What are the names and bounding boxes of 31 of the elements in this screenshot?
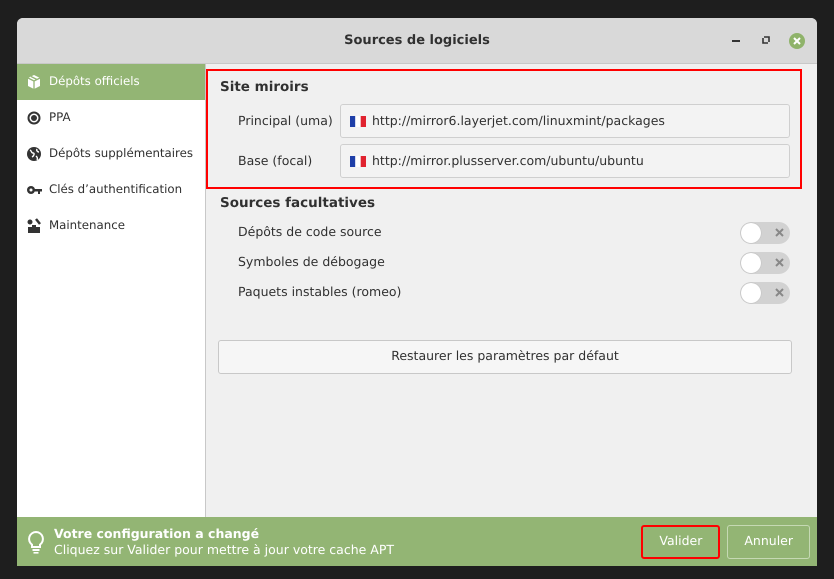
x-icon [775, 288, 784, 296]
x-icon [775, 258, 784, 266]
close-button[interactable] [789, 33, 805, 49]
section-heading: Site miroirs [220, 78, 310, 97]
info-message: Cliquez sur Valider pour mettre à jour votre cache APT [54, 542, 396, 558]
target-icon [26, 110, 42, 126]
lightbulb-icon [26, 530, 46, 554]
toggle-switch[interactable] [740, 252, 790, 274]
flag-icon [350, 116, 366, 127]
sidebar-item[interactable]: PPA [17, 100, 205, 136]
x-icon [775, 228, 784, 236]
sidebar-item[interactable]: Maintenance [17, 208, 205, 244]
option-label: Paquets instables (romeo) [238, 283, 402, 302]
option-label: Symboles de débogage [238, 253, 386, 272]
toggle-switch[interactable] [740, 282, 790, 304]
field-label: Principal (uma) [237, 112, 334, 130]
option-label: Dépôts de code source [238, 223, 383, 242]
sidebar-item[interactable]: Dépôts supplémentaires [17, 136, 205, 172]
tools-icon [26, 218, 42, 234]
info-title: Votre configuration a changé [54, 526, 260, 542]
section-heading: Sources facultatives [220, 194, 376, 214]
mirror-field[interactable]: http://mirror6.layerjet.com/linuxmint/packages [340, 104, 790, 138]
window-title: Sources de logiciels [344, 32, 490, 50]
restore-defaults-button[interactable]: Restaurer les paramètres par défaut [218, 340, 792, 374]
sidebar-item[interactable]: Clés d’authentification [17, 172, 205, 208]
package-icon [26, 74, 42, 90]
toggle-switch[interactable] [740, 222, 790, 244]
flag-icon [350, 156, 366, 167]
mirror-field[interactable]: http://mirror.plusserver.com/ubuntu/ubuntu [340, 144, 790, 178]
field-label: Base (focal) [237, 152, 314, 170]
globe-icon [26, 146, 42, 162]
